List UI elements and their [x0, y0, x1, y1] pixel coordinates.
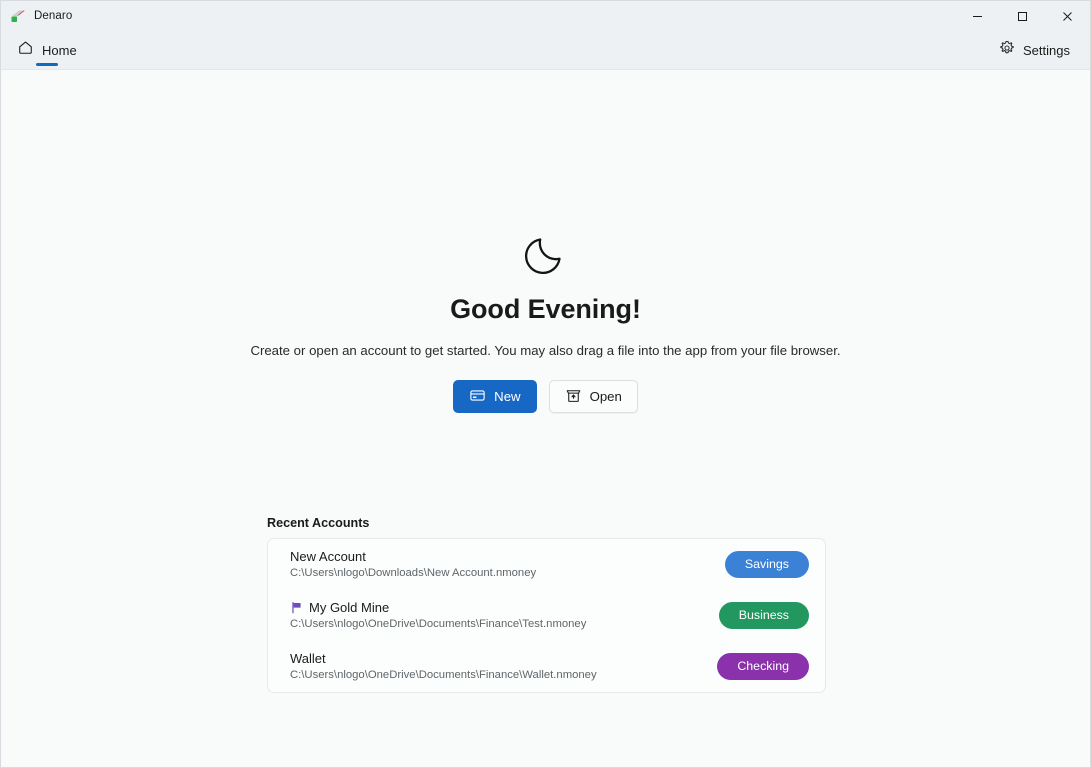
- account-info: Wallet C:\Users\nlogo\OneDrive\Documents…: [290, 650, 705, 683]
- account-path: C:\Users\nlogo\OneDrive\Documents\Financ…: [290, 618, 587, 630]
- hero-subtitle: Create or open an account to get started…: [250, 343, 841, 359]
- hero-actions: New Open: [453, 380, 638, 414]
- app-title: Denaro: [34, 10, 73, 22]
- close-button[interactable]: [1045, 1, 1090, 31]
- flag-icon: [290, 601, 303, 614]
- home-icon: [17, 39, 34, 61]
- recent-accounts-section: Recent Accounts New Account C:\Users\nlo…: [267, 516, 826, 693]
- credit-card-icon: [469, 387, 486, 407]
- gear-icon: [999, 40, 1015, 61]
- list-item[interactable]: My Gold Mine C:\Users\nlogo\OneDrive\Doc…: [268, 590, 825, 641]
- open-account-button[interactable]: Open: [548, 380, 638, 414]
- account-name-line: My Gold Mine: [290, 599, 707, 616]
- recent-accounts-card: New Account C:\Users\nlogo\Downloads\New…: [267, 538, 826, 693]
- account-name: New Account: [290, 549, 366, 564]
- list-item[interactable]: Wallet C:\Users\nlogo\OneDrive\Documents…: [268, 641, 825, 692]
- recent-accounts-heading: Recent Accounts: [267, 516, 370, 530]
- status-badge[interactable]: Savings: [724, 551, 809, 578]
- list-item[interactable]: New Account C:\Users\nlogo\Downloads\New…: [268, 539, 825, 590]
- account-name: My Gold Mine: [309, 600, 390, 615]
- title-bar: Denaro: [1, 1, 1090, 31]
- settings-button[interactable]: Settings: [993, 35, 1076, 66]
- crescent-moon-icon: [518, 225, 574, 281]
- tab-home[interactable]: Home: [13, 31, 81, 70]
- account-info: New Account C:\Users\nlogo\Downloads\New…: [290, 548, 713, 581]
- greeting-text: Good Evening!: [450, 294, 641, 324]
- denaro-app-icon: [10, 8, 26, 24]
- content-area: Good Evening! Create or open an account …: [1, 70, 1090, 767]
- status-badge[interactable]: Checking: [717, 653, 809, 680]
- account-info: My Gold Mine C:\Users\nlogo\OneDrive\Doc…: [290, 599, 707, 632]
- account-name-line: Wallet: [290, 650, 705, 667]
- nav-bar: Home Settings: [1, 31, 1090, 70]
- tab-home-label: Home: [42, 42, 77, 58]
- new-account-button-label: New: [494, 389, 521, 405]
- maximize-button[interactable]: [1000, 1, 1045, 31]
- window-controls: [955, 1, 1090, 31]
- new-account-button[interactable]: New: [453, 380, 537, 414]
- title-bar-left: Denaro: [1, 8, 72, 24]
- open-folder-icon: [565, 387, 582, 407]
- app-window: Denaro Home Settings Good Evening! Creat…: [0, 0, 1091, 768]
- account-path: C:\Users\nlogo\OneDrive\Documents\Financ…: [290, 669, 597, 681]
- status-badge[interactable]: Business: [718, 602, 809, 629]
- account-name-line: New Account: [290, 548, 713, 565]
- account-path: C:\Users\nlogo\Downloads\New Account.nmo…: [290, 567, 537, 579]
- welcome-hero: Good Evening! Create or open an account …: [1, 225, 1090, 414]
- settings-label: Settings: [1023, 42, 1070, 58]
- tab-home-indicator: [35, 62, 58, 66]
- minimize-button[interactable]: [955, 1, 1000, 31]
- account-name: Wallet: [290, 651, 326, 666]
- open-account-button-label: Open: [589, 389, 622, 405]
